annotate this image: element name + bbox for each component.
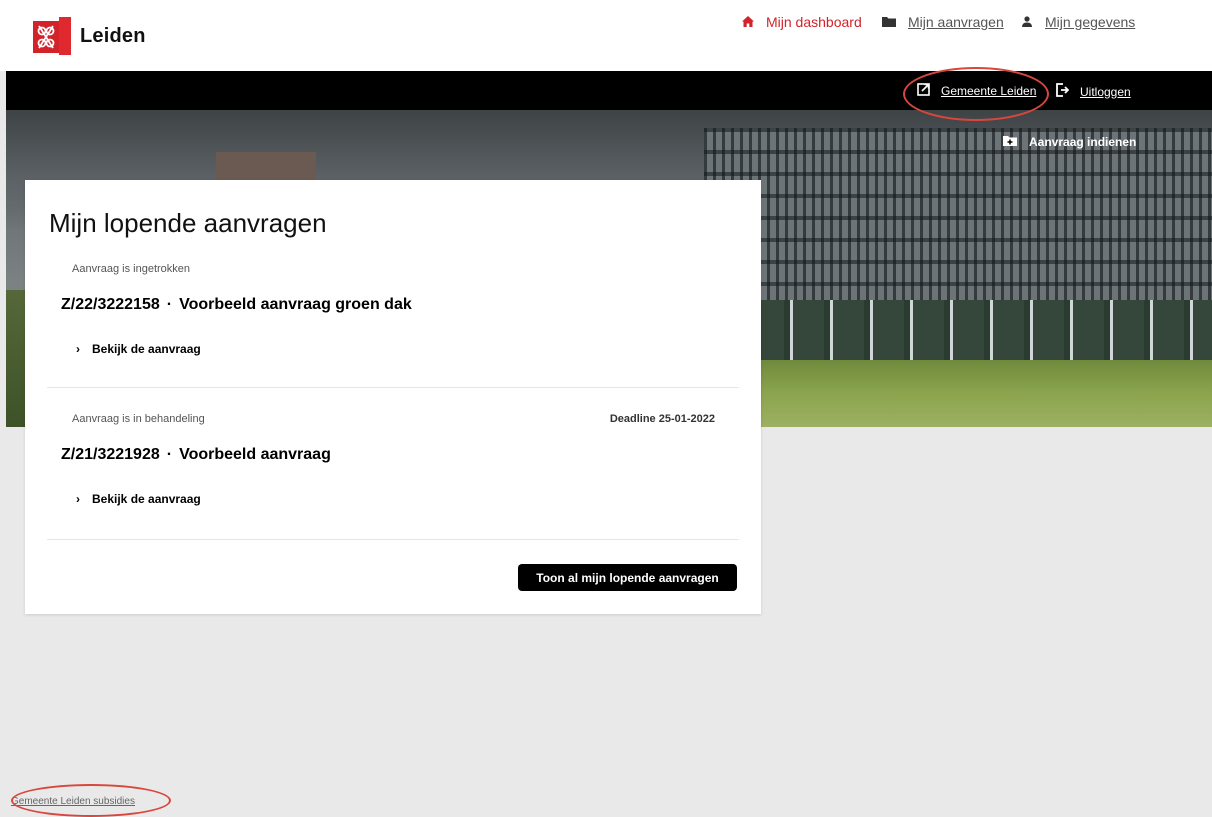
chevron-right-icon: › <box>76 342 80 356</box>
card-title: Mijn lopende aanvragen <box>49 208 327 238</box>
logo-text: Leiden <box>80 24 146 47</box>
nav-label-gegevens: Mijn gegevens <box>1045 14 1136 30</box>
request-title: Z/22/3222158 · Voorbeeld aanvraag groen da… <box>61 296 412 314</box>
request-status: Aanvraag is in behandeling <box>72 413 205 425</box>
nav-item-gegevens[interactable]: Mijn gegevens <box>1021 14 1135 30</box>
hero-lawn <box>704 360 1212 427</box>
home-icon <box>742 14 754 30</box>
aanvraag-indienen-label: Aanvraag indienen <box>1029 135 1137 149</box>
leiden-logo[interactable]: Leiden <box>33 17 146 55</box>
request-separator: · <box>166 296 173 313</box>
request-name: Voorbeeld aanvraag <box>179 446 331 463</box>
hero-building-base <box>704 300 1212 360</box>
request-item: Aanvraag is ingetrokken Z/22/3222158 · Voo… <box>47 260 739 388</box>
request-number: Z/21/3221928 <box>61 446 160 463</box>
chevron-right-icon: › <box>76 492 80 506</box>
logout-label: Uitloggen <box>1080 84 1131 99</box>
logout-icon <box>1056 83 1070 100</box>
nav-item-aanvragen[interactable]: Mijn aanvragen <box>882 14 1004 30</box>
show-all-requests-button[interactable]: Toon al mijn lopende aanvragen <box>518 564 737 591</box>
lopende-aanvragen-card: Mijn lopende aanvragen Aanvraag is inget… <box>25 180 761 614</box>
request-separator: · <box>166 446 173 463</box>
gemeente-leiden-label: Gemeente Leiden <box>941 84 1037 98</box>
view-request-label: Bekijk de aanvraag <box>92 492 201 506</box>
request-name: Voorbeeld aanvraag groen dak <box>179 296 412 313</box>
view-request-label: Bekijk de aanvraag <box>92 342 201 356</box>
footer-subsidies-link[interactable]: Gemeente Leiden subsidies <box>11 796 135 807</box>
nav-item-dashboard[interactable]: Mijn dashboard <box>742 14 862 30</box>
request-deadline: Deadline 25-01-2022 <box>609 413 715 425</box>
logout-link[interactable]: Uitloggen <box>1056 83 1131 100</box>
request-number: Z/22/3222158 <box>61 296 160 313</box>
nav-label-aanvragen: Mijn aanvragen <box>908 14 1004 30</box>
folder-plus-icon <box>1003 135 1017 149</box>
folder-icon <box>882 14 896 30</box>
request-item: Aanvraag is in behandeling Deadline 25-0… <box>47 410 739 540</box>
view-request-link[interactable]: › Bekijk de aanvraag <box>76 342 201 356</box>
external-link-icon <box>917 83 930 99</box>
aanvraag-indienen-button[interactable]: Aanvraag indienen <box>1003 135 1136 149</box>
nav-label-dashboard: Mijn dashboard <box>766 14 862 30</box>
request-title: Z/21/3221928 · Voorbeeld aanvraag <box>61 446 331 464</box>
utility-bar: Gemeente Leiden Uitloggen <box>6 71 1212 110</box>
request-status: Aanvraag is ingetrokken <box>72 263 191 275</box>
leiden-keys-icon <box>33 17 71 55</box>
user-icon <box>1021 14 1033 30</box>
gemeente-leiden-link[interactable]: Gemeente Leiden <box>917 83 1036 99</box>
top-header: Leiden Mijn dashboard Mijn aanvragen Mij… <box>0 0 1212 71</box>
view-request-link[interactable]: › Bekijk de aanvraag <box>76 492 201 506</box>
